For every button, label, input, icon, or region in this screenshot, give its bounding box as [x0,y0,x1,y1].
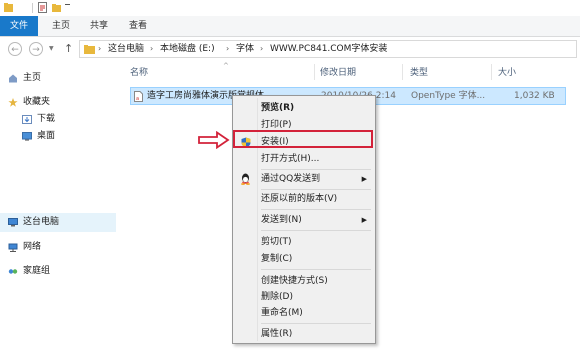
menu-item-restore-previous-versions[interactable]: 还原以前的版本(V) [235,191,373,207]
menu-separator [261,209,371,210]
menu-item-send-via-qq[interactable]: 通过QQ发送到 ▶ [235,171,373,187]
svg-text:a: a [136,96,139,102]
tab-home[interactable]: 主页 [52,16,70,36]
column-header-date[interactable]: 修改日期 [320,66,356,80]
menu-item-copy[interactable]: 复制(C) [235,251,373,267]
title-bar [0,0,580,16]
menu-separator [261,323,371,324]
menu-item-cut[interactable]: 剪切(T) [235,234,373,250]
breadcrumb-local-disk[interactable]: 本地磁盘 (E:) [160,41,215,57]
breadcrumb-current-folder[interactable]: WWW.PC841.COM字体安装 [270,41,387,57]
font-file-icon: a [134,91,143,102]
menu-separator [261,169,371,170]
up-button[interactable]: ↑ [64,42,73,56]
menu-separator [261,189,371,190]
breadcrumb-fonts[interactable]: 字体 [236,41,254,57]
column-divider[interactable] [491,64,492,80]
breadcrumb-this-pc[interactable]: 这台电脑 [108,41,144,57]
menu-separator [261,230,371,231]
desktop-icon [22,132,32,141]
breadcrumb-separator[interactable]: › [98,41,101,57]
breadcrumb-separator[interactable]: › [150,41,153,57]
ribbon: 文件 主页 共享 查看 [0,16,580,37]
back-button[interactable]: ← [8,42,22,56]
menu-item-open-with[interactable]: 打开方式(H)... [235,151,373,167]
submenu-arrow-icon: ▶ [361,216,367,224]
menu-item-rename[interactable]: 重命名(M) [235,305,373,321]
column-header-name[interactable]: 名称 [130,66,148,80]
column-header-type[interactable]: 类型 [410,66,428,80]
column-header-size[interactable]: 大小 [498,66,516,80]
menu-item-delete[interactable]: 删除(D) [235,289,373,305]
column-divider[interactable] [314,64,315,80]
tab-share[interactable]: 共享 [90,16,108,36]
folder-icon [84,45,95,54]
address-bar[interactable]: › 这台电脑 › 本地磁盘 (E:) › 字体 › WWW.PC841.COM字… [79,40,577,58]
new-folder-icon[interactable] [52,2,61,13]
column-divider[interactable] [402,64,403,80]
recent-locations-icon[interactable]: ▼ [49,45,54,52]
star-icon [8,98,18,107]
red-arrow-icon [198,131,230,149]
homegroup-icon [8,269,18,274]
file-type: OpenType 字体... [411,91,486,101]
breadcrumb-separator[interactable]: › [226,41,229,57]
tab-file[interactable]: 文件 [0,16,38,36]
menu-item-properties[interactable]: 属性(R) [235,326,373,342]
navigation-bar: ← → ▼ ↑ › 这台电脑 › 本地磁盘 (E:) › 字体 › WWW.PC… [0,37,580,61]
customize-quick-access-icon[interactable] [65,4,70,5]
download-icon [22,115,32,124]
install-highlight-box [233,130,373,148]
forward-button[interactable]: → [29,42,43,56]
breadcrumb-separator[interactable]: › [260,41,263,57]
navigation-pane: 主页 收藏夹 下载 桌面 这台电脑 网络 家庭组 [0,62,118,350]
file-size: 1,032 KB [514,91,555,101]
menu-item-preview[interactable]: 预览(R) [235,100,373,116]
properties-icon[interactable] [38,2,47,13]
qq-icon [241,173,250,185]
home-icon [9,74,17,83]
network-icon [8,243,18,252]
menu-separator [261,269,371,270]
sort-indicator-icon: ^ [223,62,229,70]
quick-access-separator [32,3,33,13]
computer-icon [8,218,18,227]
menu-item-create-shortcut[interactable]: 创建快捷方式(S) [235,273,373,289]
tab-view[interactable]: 查看 [129,16,147,36]
folder-icon [4,3,13,12]
menu-item-send-to[interactable]: 发送到(N) ▶ [235,212,373,228]
submenu-arrow-icon: ▶ [361,175,367,183]
